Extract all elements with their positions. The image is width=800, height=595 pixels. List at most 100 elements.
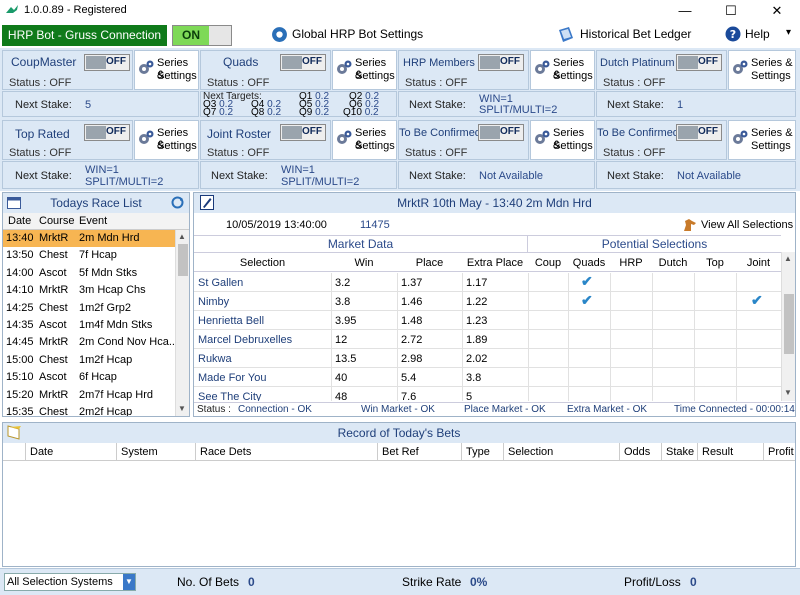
ledger-icon — [559, 27, 573, 42]
svg-text:?: ? — [730, 28, 736, 41]
help-caret-icon[interactable]: ▾ — [786, 27, 791, 38]
hrp-members-toggle[interactable]: OFF — [478, 54, 524, 71]
dutch-platinum-panel: Dutch Platinum OFF Status : OFF — [596, 50, 727, 90]
dutch-platinum-stake: Next Stake: 1 — [596, 91, 796, 117]
race-list-scrollbar[interactable]: ▲ ▼ — [175, 230, 189, 416]
check-icon: ✔ — [751, 292, 763, 308]
close-button[interactable]: ✕ — [754, 0, 800, 22]
race-row[interactable]: 14:45 MrktR 2m Cond Nov Hca... — [3, 334, 175, 351]
profit-loss-label: Profit/Loss — [624, 575, 681, 589]
hrp-members-series-settings-button[interactable]: Series & Settings — [530, 50, 595, 90]
race-row[interactable]: 13:50 Chest 7f Hcap — [3, 247, 175, 264]
joint-roster-stake: Next Stake: WIN=1 SPLIT/MULTI=2 — [200, 161, 397, 189]
dutch-platinum-name: Dutch Platinum — [600, 57, 675, 69]
settings-icon — [535, 60, 550, 74]
window-title: 1.0.0.89 - Registered — [24, 4, 127, 16]
race-row[interactable]: 15:00 Chest 1m2f Hcap — [3, 352, 175, 369]
view-all-selections-button[interactable]: View All Selections — [701, 219, 793, 231]
quads-panel: Quads OFF Status : OFF — [200, 50, 331, 90]
hrp-members-stake: Next Stake: WIN=1 SPLIT/MULTI=2 — [398, 91, 595, 117]
num-bets-value: 0 — [248, 575, 255, 589]
settings-icon — [139, 60, 154, 74]
top-rated-series-settings-button[interactable]: Series & Settings — [134, 120, 199, 160]
strike-rate-value: 0% — [470, 575, 488, 589]
potential-selections-label: Potential Selections — [527, 235, 781, 252]
coupmaster-panel: CoupMaster OFF Status : OFF — [2, 50, 133, 90]
tbc1-toggle[interactable]: OFF — [478, 124, 524, 141]
bets-columns: Date System Race Dets Bet Ref Type Selection O… — [3, 443, 795, 461]
refresh-icon[interactable] — [171, 196, 184, 209]
bets-column-header[interactable]: Selection — [508, 446, 553, 458]
bets-column-header[interactable]: Odds — [624, 446, 650, 458]
tbc2-status: Status : OFF — [603, 147, 666, 159]
selection-row[interactable]: See The City 48 7.6 5 — [194, 387, 781, 401]
bets-column-header[interactable]: Type — [466, 446, 490, 458]
bets-title: Record of Today's Bets — [337, 426, 461, 440]
historical-ledger-button[interactable]: Historical Bet Ledger — [580, 27, 691, 41]
tbc2-stake: Next Stake: Not Available — [596, 161, 796, 189]
num-bets-label: No. Of Bets — [177, 575, 240, 589]
bets-column-header[interactable]: System — [121, 446, 158, 458]
quads-toggle[interactable]: OFF — [280, 54, 326, 71]
selection-row[interactable]: Marcel Debruxelles 12 2.72 1.89 — [194, 330, 781, 349]
joint-roster-toggle[interactable]: OFF — [280, 124, 326, 141]
tbc1-series-settings-button[interactable]: Series & Settings — [530, 120, 595, 160]
top-rated-status: Status : OFF — [9, 147, 72, 159]
race-row[interactable]: 14:10 MrktR 3m Hcap Chs — [3, 282, 175, 299]
race-row[interactable]: 14:35 Ascot 1m4f Mdn Stks — [3, 317, 175, 334]
selection-row[interactable]: Rukwa 13.5 2.98 2.02 — [194, 349, 781, 368]
coupmaster-toggle[interactable]: OFF — [84, 54, 130, 71]
bets-column-header[interactable]: Result — [702, 446, 733, 458]
coupmaster-stake: Next Stake: 5 — [2, 91, 199, 117]
bets-column-header[interactable]: Profit — [768, 446, 794, 458]
help-button[interactable]: Help — [745, 27, 770, 41]
coupmaster-series-settings-button[interactable]: Series & Settings — [134, 50, 199, 90]
bets-column-header[interactable]: Date — [30, 446, 53, 458]
selection-row[interactable]: Henrietta Bell 3.95 1.48 1.23 — [194, 311, 781, 330]
quads-targets: Next Targets: Q1 0.2 Q2 0.2 Q3 0.2 Q4 0.… — [200, 91, 397, 118]
maximize-button[interactable]: ☐ — [708, 0, 754, 22]
title-bar: 1.0.0.89 - Registered — ☐ ✕ — [0, 0, 800, 22]
tbc1-panel: To Be Confirmed OFF Status : OFF — [398, 120, 529, 160]
settings-icon — [139, 130, 154, 144]
race-row[interactable]: 15:20 MrktR 2m7f Hcap Hrd — [3, 387, 175, 404]
market-status-bar: Status : Connection - OK Win Market - OK… — [194, 402, 795, 416]
dutch-platinum-toggle[interactable]: OFF — [676, 54, 722, 71]
gear-icon — [272, 27, 287, 42]
top-rated-name: Top Rated — [15, 127, 70, 141]
race-row[interactable]: 13:40 MrktR 2m Mdn Hrd — [3, 230, 175, 248]
top-rated-toggle[interactable]: OFF — [84, 124, 130, 141]
system-filter-dropdown[interactable]: All Selection Systems ▼ — [4, 573, 136, 591]
bets-column-header[interactable]: Bet Ref — [382, 446, 419, 458]
notepad-icon — [7, 425, 21, 440]
race-row[interactable]: 14:00 Ascot 5f Mdn Stks — [3, 265, 175, 282]
race-row[interactable]: 15:10 Ascot 6f Hcap — [3, 369, 175, 386]
connection-toggle[interactable]: ON — [172, 25, 232, 46]
calendar-icon — [7, 197, 21, 209]
quads-series-settings-button[interactable]: Series & Settings — [332, 50, 397, 90]
bets-header: Record of Today's Bets — [3, 423, 795, 443]
tbc2-series-settings-button[interactable]: Series & Settings — [728, 120, 796, 160]
race-list-columns: Date Course Event — [3, 213, 189, 230]
bets-column-header[interactable]: Race Dets — [200, 446, 251, 458]
selection-row[interactable]: Nimby 3.8 1.46 1.22 ✔ ✔ — [194, 292, 781, 311]
settings-icon — [733, 130, 748, 144]
race-row[interactable]: 14:25 Chest 1m2f Grp2 — [3, 300, 175, 317]
global-settings-button[interactable]: Global HRP Bot Settings — [292, 27, 423, 41]
tbc2-panel: To Be Confirmed OFF Status : OFF — [596, 120, 727, 160]
bets-column-header[interactable]: Stake — [666, 446, 694, 458]
quads-name: Quads — [223, 55, 259, 69]
dutch-platinum-series-settings-button[interactable]: Series & Settings — [728, 50, 796, 90]
selection-row[interactable]: Made For You 40 5.4 3.8 — [194, 368, 781, 387]
race-row[interactable]: 15:35 Chest 2m2f Hcap — [3, 404, 175, 416]
tbc2-toggle[interactable]: OFF — [676, 124, 722, 141]
settings-icon — [535, 130, 550, 144]
minimize-button[interactable]: — — [662, 0, 708, 22]
strike-rate-label: Strike Rate — [402, 575, 462, 589]
top-rated-stake: Next Stake: WIN=1 SPLIT/MULTI=2 — [2, 161, 199, 189]
market-scrollbar[interactable]: ▲ ▼ — [781, 252, 795, 401]
joint-roster-series-settings-button[interactable]: Series & Settings — [332, 120, 397, 160]
bets-panel: Record of Today's Bets Date System Race De… — [2, 422, 796, 567]
coupmaster-status: Status : OFF — [9, 77, 72, 89]
selection-row[interactable]: St Gallen 3.2 1.37 1.17 ✔ — [194, 273, 781, 292]
